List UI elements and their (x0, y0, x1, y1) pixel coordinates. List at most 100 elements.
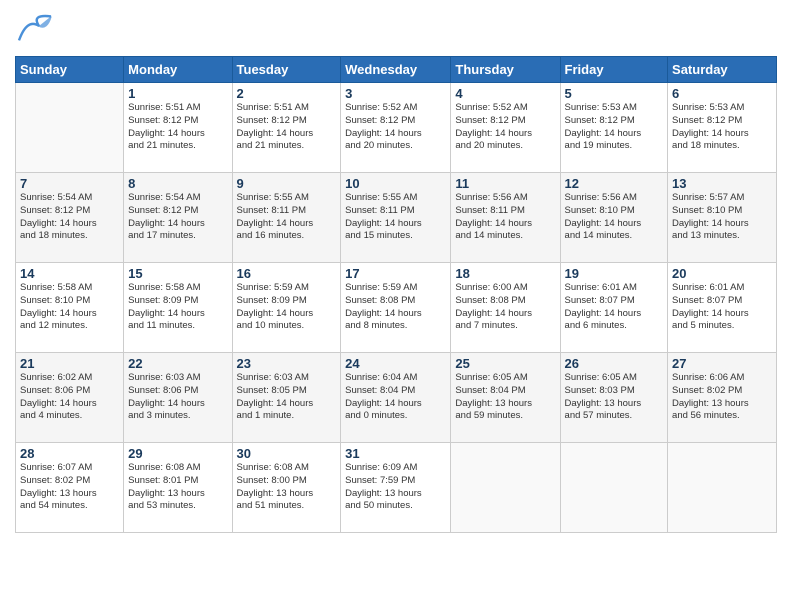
day-info: Sunrise: 5:58 AM Sunset: 8:10 PM Dayligh… (20, 282, 119, 333)
day-number: 30 (237, 446, 337, 461)
day-number: 13 (672, 176, 772, 191)
day-number: 24 (345, 356, 446, 371)
day-number: 28 (20, 446, 119, 461)
calendar-day-header: Saturday (668, 57, 777, 83)
calendar-day-cell: 23Sunrise: 6:03 AM Sunset: 8:05 PM Dayli… (232, 353, 341, 443)
day-info: Sunrise: 5:59 AM Sunset: 8:08 PM Dayligh… (345, 282, 446, 333)
logo-icon (15, 10, 55, 50)
calendar-day-cell: 25Sunrise: 6:05 AM Sunset: 8:04 PM Dayli… (451, 353, 560, 443)
calendar-week-row: 28Sunrise: 6:07 AM Sunset: 8:02 PM Dayli… (16, 443, 777, 533)
day-number: 10 (345, 176, 446, 191)
day-number: 2 (237, 86, 337, 101)
calendar-day-cell: 7Sunrise: 5:54 AM Sunset: 8:12 PM Daylig… (16, 173, 124, 263)
calendar-day-cell: 22Sunrise: 6:03 AM Sunset: 8:06 PM Dayli… (124, 353, 232, 443)
day-number: 4 (455, 86, 555, 101)
calendar-day-cell: 24Sunrise: 6:04 AM Sunset: 8:04 PM Dayli… (341, 353, 451, 443)
calendar-day-cell (16, 83, 124, 173)
calendar-day-cell: 28Sunrise: 6:07 AM Sunset: 8:02 PM Dayli… (16, 443, 124, 533)
page-header (15, 10, 777, 50)
day-info: Sunrise: 6:03 AM Sunset: 8:06 PM Dayligh… (128, 372, 227, 423)
calendar-header-row: SundayMondayTuesdayWednesdayThursdayFrid… (16, 57, 777, 83)
calendar-day-cell: 27Sunrise: 6:06 AM Sunset: 8:02 PM Dayli… (668, 353, 777, 443)
calendar-day-cell: 4Sunrise: 5:52 AM Sunset: 8:12 PM Daylig… (451, 83, 560, 173)
day-info: Sunrise: 5:53 AM Sunset: 8:12 PM Dayligh… (672, 102, 772, 153)
day-info: Sunrise: 5:54 AM Sunset: 8:12 PM Dayligh… (20, 192, 119, 243)
day-number: 11 (455, 176, 555, 191)
calendar-day-cell: 3Sunrise: 5:52 AM Sunset: 8:12 PM Daylig… (341, 83, 451, 173)
day-info: Sunrise: 6:08 AM Sunset: 8:00 PM Dayligh… (237, 462, 337, 513)
day-info: Sunrise: 6:03 AM Sunset: 8:05 PM Dayligh… (237, 372, 337, 423)
calendar-day-cell: 13Sunrise: 5:57 AM Sunset: 8:10 PM Dayli… (668, 173, 777, 263)
day-info: Sunrise: 5:51 AM Sunset: 8:12 PM Dayligh… (237, 102, 337, 153)
day-info: Sunrise: 5:53 AM Sunset: 8:12 PM Dayligh… (565, 102, 664, 153)
day-number: 26 (565, 356, 664, 371)
day-number: 5 (565, 86, 664, 101)
day-number: 25 (455, 356, 555, 371)
day-number: 8 (128, 176, 227, 191)
day-number: 23 (237, 356, 337, 371)
day-info: Sunrise: 5:51 AM Sunset: 8:12 PM Dayligh… (128, 102, 227, 153)
day-info: Sunrise: 5:57 AM Sunset: 8:10 PM Dayligh… (672, 192, 772, 243)
day-info: Sunrise: 5:58 AM Sunset: 8:09 PM Dayligh… (128, 282, 227, 333)
calendar-day-cell (451, 443, 560, 533)
calendar-day-header: Monday (124, 57, 232, 83)
calendar-day-cell: 20Sunrise: 6:01 AM Sunset: 8:07 PM Dayli… (668, 263, 777, 353)
page-container: SundayMondayTuesdayWednesdayThursdayFrid… (0, 0, 792, 612)
calendar-week-row: 1Sunrise: 5:51 AM Sunset: 8:12 PM Daylig… (16, 83, 777, 173)
calendar-day-cell: 14Sunrise: 5:58 AM Sunset: 8:10 PM Dayli… (16, 263, 124, 353)
calendar-day-cell: 2Sunrise: 5:51 AM Sunset: 8:12 PM Daylig… (232, 83, 341, 173)
calendar-day-cell: 12Sunrise: 5:56 AM Sunset: 8:10 PM Dayli… (560, 173, 668, 263)
calendar-day-header: Wednesday (341, 57, 451, 83)
calendar-day-cell: 18Sunrise: 6:00 AM Sunset: 8:08 PM Dayli… (451, 263, 560, 353)
calendar-day-cell: 29Sunrise: 6:08 AM Sunset: 8:01 PM Dayli… (124, 443, 232, 533)
day-info: Sunrise: 5:52 AM Sunset: 8:12 PM Dayligh… (455, 102, 555, 153)
calendar-week-row: 21Sunrise: 6:02 AM Sunset: 8:06 PM Dayli… (16, 353, 777, 443)
calendar-day-cell: 6Sunrise: 5:53 AM Sunset: 8:12 PM Daylig… (668, 83, 777, 173)
calendar-day-cell: 19Sunrise: 6:01 AM Sunset: 8:07 PM Dayli… (560, 263, 668, 353)
day-info: Sunrise: 6:01 AM Sunset: 8:07 PM Dayligh… (565, 282, 664, 333)
calendar-day-cell: 21Sunrise: 6:02 AM Sunset: 8:06 PM Dayli… (16, 353, 124, 443)
day-number: 29 (128, 446, 227, 461)
calendar-day-cell: 9Sunrise: 5:55 AM Sunset: 8:11 PM Daylig… (232, 173, 341, 263)
calendar-day-cell: 26Sunrise: 6:05 AM Sunset: 8:03 PM Dayli… (560, 353, 668, 443)
day-number: 7 (20, 176, 119, 191)
calendar-day-header: Sunday (16, 57, 124, 83)
day-number: 22 (128, 356, 227, 371)
day-info: Sunrise: 6:06 AM Sunset: 8:02 PM Dayligh… (672, 372, 772, 423)
calendar-day-cell: 10Sunrise: 5:55 AM Sunset: 8:11 PM Dayli… (341, 173, 451, 263)
day-number: 12 (565, 176, 664, 191)
calendar-day-cell (560, 443, 668, 533)
day-number: 18 (455, 266, 555, 281)
calendar-week-row: 7Sunrise: 5:54 AM Sunset: 8:12 PM Daylig… (16, 173, 777, 263)
day-info: Sunrise: 6:05 AM Sunset: 8:03 PM Dayligh… (565, 372, 664, 423)
day-number: 16 (237, 266, 337, 281)
calendar-week-row: 14Sunrise: 5:58 AM Sunset: 8:10 PM Dayli… (16, 263, 777, 353)
day-number: 9 (237, 176, 337, 191)
day-number: 27 (672, 356, 772, 371)
day-info: Sunrise: 6:05 AM Sunset: 8:04 PM Dayligh… (455, 372, 555, 423)
day-info: Sunrise: 6:02 AM Sunset: 8:06 PM Dayligh… (20, 372, 119, 423)
day-info: Sunrise: 6:07 AM Sunset: 8:02 PM Dayligh… (20, 462, 119, 513)
day-number: 14 (20, 266, 119, 281)
day-number: 20 (672, 266, 772, 281)
day-info: Sunrise: 6:00 AM Sunset: 8:08 PM Dayligh… (455, 282, 555, 333)
calendar-table: SundayMondayTuesdayWednesdayThursdayFrid… (15, 56, 777, 533)
calendar-day-cell: 5Sunrise: 5:53 AM Sunset: 8:12 PM Daylig… (560, 83, 668, 173)
day-info: Sunrise: 5:52 AM Sunset: 8:12 PM Dayligh… (345, 102, 446, 153)
day-number: 31 (345, 446, 446, 461)
day-number: 3 (345, 86, 446, 101)
day-number: 19 (565, 266, 664, 281)
day-number: 21 (20, 356, 119, 371)
day-number: 6 (672, 86, 772, 101)
calendar-day-cell: 1Sunrise: 5:51 AM Sunset: 8:12 PM Daylig… (124, 83, 232, 173)
day-info: Sunrise: 5:56 AM Sunset: 8:11 PM Dayligh… (455, 192, 555, 243)
day-number: 15 (128, 266, 227, 281)
calendar-day-cell (668, 443, 777, 533)
logo (15, 10, 59, 50)
calendar-day-header: Thursday (451, 57, 560, 83)
day-info: Sunrise: 5:54 AM Sunset: 8:12 PM Dayligh… (128, 192, 227, 243)
calendar-day-cell: 8Sunrise: 5:54 AM Sunset: 8:12 PM Daylig… (124, 173, 232, 263)
day-info: Sunrise: 5:59 AM Sunset: 8:09 PM Dayligh… (237, 282, 337, 333)
day-info: Sunrise: 6:01 AM Sunset: 8:07 PM Dayligh… (672, 282, 772, 333)
day-info: Sunrise: 5:56 AM Sunset: 8:10 PM Dayligh… (565, 192, 664, 243)
